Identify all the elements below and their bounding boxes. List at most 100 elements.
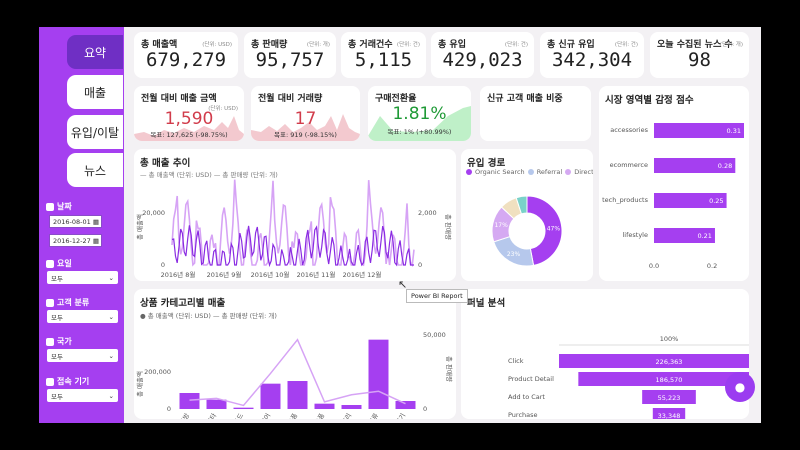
kpi-card-transactions: 총 거래건수 (단위: 건) 5,115 xyxy=(341,32,426,78)
mom-volume-card: 전월 대비 거래량 17 목표: 919 (-98.15%) xyxy=(251,86,360,141)
category-chart: 200,000 0 50,000 0 총 매출액 총 판매량가방 기타 기프트카드 드링크웨어 사… xyxy=(135,331,454,419)
category-y-tick: 200,000 xyxy=(144,368,171,376)
category-x-tick: 기프트카드 xyxy=(222,411,245,419)
donut-slice-label: 47% xyxy=(547,226,561,233)
date-end-input[interactable]: 2016-12-27 ▦ xyxy=(49,234,102,247)
nav-summary[interactable]: 요약 xyxy=(67,35,123,69)
calendar-icon: ▦ xyxy=(92,217,99,226)
kpi-card-news: 오늘 수집된 뉴스 수 (단위: 개) 98 xyxy=(650,32,749,78)
sentiment-value-label: 0.21 xyxy=(697,232,711,240)
sentiment-card: 시장 영역별 감정 점수 accessories 0.31 ecommerce 0.2… xyxy=(599,86,749,281)
globe-icon xyxy=(46,337,54,346)
sentiment-chart: accessories 0.31 ecommerce 0.28 tech_product… xyxy=(602,123,744,270)
mom-volume-target: 목표: 919 (-98.15%) xyxy=(274,131,337,139)
mom-sales-target: 목표: 127,625 (-98.75%) xyxy=(150,131,228,139)
category-x-tick: 생활용품 xyxy=(306,411,326,419)
category-x-tick: 기타 xyxy=(204,411,218,419)
funnel-card: 퍼널 분석 100% Click 226,363 Product Detail 186,… xyxy=(461,289,749,419)
calendar-icon xyxy=(46,202,54,211)
category-y-tick: 0 xyxy=(167,405,171,413)
chat-bot-button[interactable]: ● xyxy=(725,372,755,402)
sentiment-category-label: lifestyle xyxy=(623,231,649,239)
funnel-bar xyxy=(559,354,749,368)
category-x-tick: 가방 xyxy=(177,411,191,419)
weekday-filter-label: 요일 xyxy=(46,258,72,269)
chevron-down-icon: ⌄ xyxy=(108,273,114,282)
report-canvas: 요약 매출 유입/이탈 뉴스 날짜 2016-08-01 ▦ 2016-12-27… xyxy=(39,27,761,423)
country-filter-label: 국가 xyxy=(46,336,72,347)
sentiment-category-label: ecommerce xyxy=(610,161,648,169)
nav-news[interactable]: 뉴스 xyxy=(67,153,123,187)
category-bar xyxy=(341,405,362,409)
category-bar xyxy=(314,403,335,409)
trend-chart: 20,000 0 2,000 0 총 매출액 총 판매량 2016년 8월 2016년 9월 2… xyxy=(135,179,453,279)
trend-y2-axis-label: 총 판매량 xyxy=(444,214,453,240)
funnel-top-label: 100% xyxy=(660,335,679,343)
category-bar xyxy=(233,407,254,409)
mom-sales-card: 전월 대비 매출 금액 (단위: USD) 1,590 목표: 127,625 … xyxy=(134,86,244,141)
category-bar xyxy=(206,399,227,409)
category-bar xyxy=(179,393,200,409)
new-customer-share-card: 신규 고객 매출 비중 xyxy=(480,86,591,141)
category-y2-axis-label: 총 판매량 xyxy=(445,356,454,382)
mom-volume-value: 17 xyxy=(294,109,317,129)
nav-sales[interactable]: 매출 xyxy=(67,75,123,109)
category-x-tick: 액세서리 xyxy=(333,411,353,419)
conversion-card: 구매전환율 1.81% 목표: 1% (+80.99%) xyxy=(368,86,471,141)
mom-sales-value: 1,590 xyxy=(164,109,214,129)
category-x-tick: 사무용품 xyxy=(279,411,299,419)
kpi-card-volume: 총 판매량 (단위: 개) 95,757 xyxy=(244,32,336,78)
traffic-source-card: 유입 경로 Organic Search Referral Direct ▸ 4… xyxy=(461,149,593,281)
funnel-value-label: 226,363 xyxy=(656,358,683,366)
nav-traffic[interactable]: 유입/이탈 xyxy=(67,115,123,149)
customer-filter-label: 고객 분류 xyxy=(46,297,89,308)
sentiment-x-tick: 0.2 xyxy=(707,262,717,270)
customer-dropdown[interactable]: 모두 ⌄ xyxy=(47,310,118,323)
monitor-icon xyxy=(46,377,54,386)
trend-y-axis-label: 총 매출액 xyxy=(135,214,144,240)
sidebar: 요약 매출 유입/이탈 뉴스 날짜 2016-08-01 ▦ 2016-12-27… xyxy=(39,27,124,423)
donut-slice-label: 23% xyxy=(507,251,521,258)
chevron-down-icon: ⌄ xyxy=(108,351,114,360)
donut-slice-label: 17% xyxy=(494,222,508,229)
funnel-step-label: Product Detail xyxy=(508,375,554,383)
trend-x-tick: 2016년 8월 xyxy=(161,270,196,279)
sentiment-category-label: tech_products xyxy=(602,196,648,204)
funnel-step-label: Add to Cart xyxy=(508,393,545,401)
device-dropdown[interactable]: 모두 ⌄ xyxy=(47,389,118,402)
mouse-cursor-icon: ↖ xyxy=(398,278,408,291)
date-filter-label: 날짜 xyxy=(46,201,72,212)
funnel-value-label: 55,223 xyxy=(658,394,681,402)
sentiment-category-label: accessories xyxy=(610,126,648,134)
calendar-icon xyxy=(46,259,54,268)
trend-x-tick: 2016년 11월 xyxy=(297,270,336,279)
category-x-tick: 드링크웨어 xyxy=(249,411,272,419)
trend-y-tick: 0 xyxy=(161,261,165,269)
trend-y2-tick: 0 xyxy=(418,261,422,269)
date-start-input[interactable]: 2016-08-01 ▦ xyxy=(49,215,102,228)
trend-x-tick: 2016년 10월 xyxy=(251,270,290,279)
sentiment-x-tick: 0.0 xyxy=(649,262,659,270)
country-dropdown[interactable]: 모두 ⌄ xyxy=(47,349,118,362)
conversion-target: 목표: 1% (+80.99%) xyxy=(387,128,452,136)
weekday-dropdown[interactable]: 모두 ⌄ xyxy=(47,271,118,284)
funnel-value-label: 33,348 xyxy=(658,412,681,419)
source-donut: 47% 23% 17% xyxy=(491,195,563,267)
funnel-chart: 100% Click 226,363 Product Detail 186,570 Add… xyxy=(508,335,749,419)
sentiment-value-label: 0.28 xyxy=(718,162,732,170)
funnel-step-label: Purchase xyxy=(508,411,538,419)
kpi-card-new-visits: 총 신규 유입 (단위: 건) 342,304 xyxy=(540,32,644,78)
chevron-down-icon: ⌄ xyxy=(108,312,114,321)
category-y-axis-label: 총 매출액 xyxy=(135,371,144,397)
funnel-value-label: 186,570 xyxy=(656,376,683,384)
category-bar xyxy=(395,401,416,409)
kpi-card-revenue: 총 매출액 (단위: USD) 679,279 xyxy=(134,32,238,78)
category-sales-card: 상품 카테고리별 매출 ● 총 매출액 (단위: USD) — 총 판매량 (단… xyxy=(134,289,456,419)
funnel-step-label: Click xyxy=(508,357,524,365)
people-icon xyxy=(46,298,54,307)
calendar-icon: ▦ xyxy=(92,236,99,245)
category-x-tick: 전자기기 xyxy=(387,411,407,419)
sales-trend-card: 총 매출 추이 — 총 매출액 (단위: USD) — 총 판매량 (단위: 개… xyxy=(134,149,456,281)
chevron-down-icon: ⌄ xyxy=(108,391,114,400)
trend-y2-tick: 2,000 xyxy=(418,209,437,217)
